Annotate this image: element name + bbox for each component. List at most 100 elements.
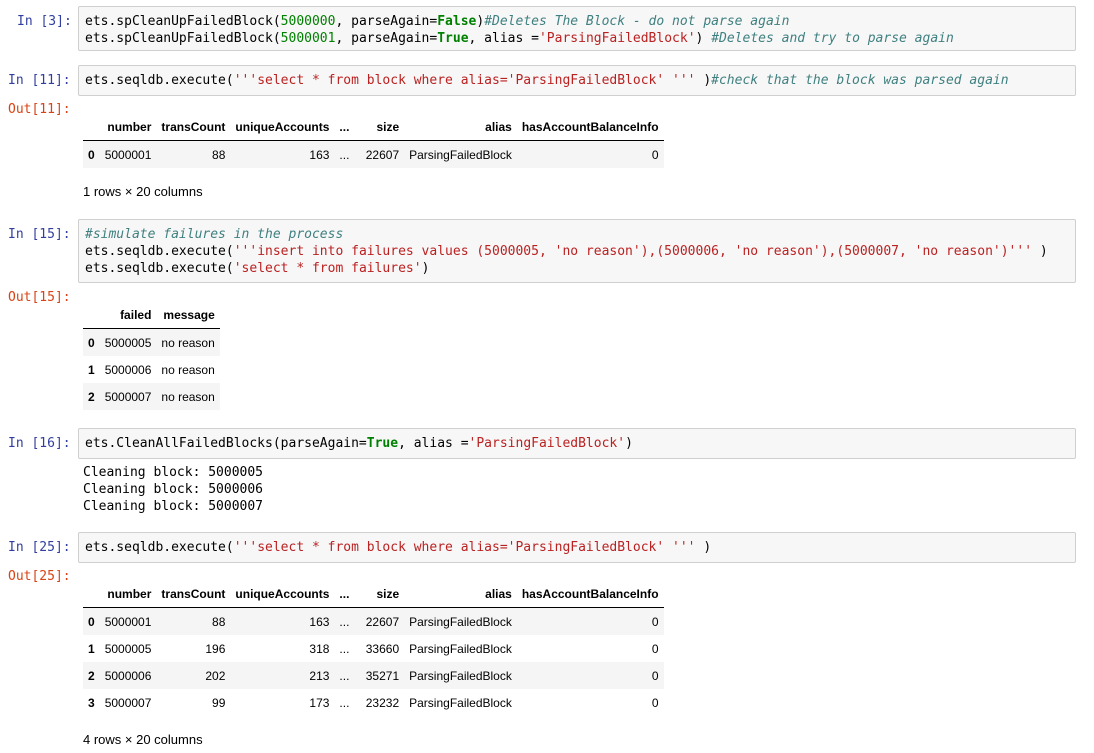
row-index: 0 [88,335,95,350]
code-line: ets.CleanAllFailedBlocks(parseAgain=True… [85,435,633,452]
code-token: ) [695,31,712,46]
table-cell: 196 [205,641,226,656]
code-token: 5000000 [280,14,336,29]
table-row: 0 5000001 88 163 ... 22607 ParsingFailed… [83,607,664,635]
table-cell: 22607 [365,614,400,629]
table-cell: 318 [309,641,330,656]
code-token: '''select * from block where alias='Pars… [233,540,696,555]
table-header: size [354,580,405,608]
code-line: ets.seqldb.execute('''insert into failur… [85,243,1048,260]
code-token: ets.spCleanUpFailedBlock( [85,14,281,29]
input-prompt: In [11]: [8,73,71,88]
output-prompt: Out[11]: [8,102,71,117]
table-cell: ParsingFailedBlock [409,641,512,656]
code-line: ets.seqldb.execute('select * from failur… [85,260,429,277]
table-cell: ParsingFailedBlock [409,695,512,710]
table-header: uniqueAccounts [230,580,335,608]
table-cell: ParsingFailedBlock [409,668,512,683]
code-cell-input[interactable]: ets.seqldb.execute('''select * from bloc… [78,65,1076,96]
code-token: '''select * from block where alias='Pars… [233,73,696,88]
table-cell: ParsingFailedBlock [409,147,512,162]
code-token: ets.seqldb.execute( [85,261,234,276]
table-cell: no reason [161,362,215,377]
code-token: ets.seqldb.execute( [85,73,234,88]
stdout-line: Cleaning block: 5000006 [83,482,264,497]
code-token: , parseAgain= [335,31,438,46]
table-header-row: failed message [83,301,220,329]
code-cell-input[interactable]: ets.seqldb.execute('''select * from bloc… [78,532,1076,563]
table-cell: ... [339,668,350,683]
table-cell: 5000006 [104,668,152,683]
code-token: ets.spCleanUpFailedBlock( [85,31,281,46]
row-index: 0 [88,614,95,629]
table-header: transCount [156,113,231,141]
table-cell: 5000005 [104,335,152,350]
table-row: 2 5000006 202 213 ... 35271 ParsingFaile… [83,662,664,689]
table-row: 2 5000007 no reason [83,383,220,410]
code-token: , alias = [398,436,469,451]
table-cell: 5000006 [104,362,152,377]
table-cell: 202 [205,668,226,683]
code-cell-input[interactable]: ets.spCleanUpFailedBlock(5000000, parseA… [78,6,1076,51]
dataframe-table: number transCount uniqueAccounts ... siz… [83,113,664,168]
table-cell: no reason [161,335,215,350]
row-index: 2 [88,668,95,683]
row-index: 2 [88,389,95,404]
dataframe-shape: 4 rows × 20 columns [83,732,203,747]
table-cell: 99 [212,695,226,710]
table-cell: 88 [212,614,226,629]
table-row: 1 5000005 196 318 ... 33660 ParsingFaile… [83,635,664,662]
table-cell: no reason [161,389,215,404]
table-cell: 0 [651,695,659,710]
dataframe-table: failed message 0 5000005 no reason 1 500… [83,301,220,410]
code-token: ) [625,436,633,451]
table-header [83,301,100,329]
table-header: ... [334,580,355,608]
row-index: 0 [88,147,95,162]
table-cell: 5000001 [104,147,152,162]
table-header-row: number transCount uniqueAccounts ... siz… [83,580,664,608]
table-cell: 0 [651,147,659,162]
input-prompt: In [25]: [8,540,71,555]
table-cell: 163 [309,147,330,162]
code-line: ets.seqldb.execute('''select * from bloc… [85,539,711,556]
table-header [83,113,100,141]
table-header-row: number transCount uniqueAccounts ... siz… [83,113,664,141]
table-cell: ... [339,614,350,629]
code-token: ets.seqldb.execute( [85,540,234,555]
table-cell: 23232 [365,695,400,710]
code-cell-input[interactable]: #simulate failures in the process ets.se… [78,219,1076,283]
table-header: alias [404,113,517,141]
code-token: ets.CleanAllFailedBlocks(parseAgain= [85,436,367,451]
table-cell: ParsingFailedBlock [409,614,512,629]
code-token: ) [695,540,712,555]
table-row: 3 5000007 99 173 ... 23232 ParsingFailed… [83,689,664,716]
table-header: number [99,113,157,141]
row-index: 1 [88,641,95,656]
code-token: '''insert into failures values (5000005,… [233,244,1033,259]
table-header: number [99,580,157,608]
code-token: ) [421,261,430,276]
table-row: 0 5000005 no reason [83,328,220,356]
table-cell: 5000005 [104,641,152,656]
table-row: 1 5000006 no reason [83,356,220,383]
table-header [83,580,100,608]
code-cell-input[interactable]: ets.CleanAllFailedBlocks(parseAgain=True… [78,428,1076,459]
table-cell: 213 [309,668,330,683]
code-token: ) [695,73,712,88]
input-prompt: In [16]: [8,436,71,451]
table-header: failed [99,301,157,329]
code-token: ets.seqldb.execute( [85,244,234,259]
table-cell: 0 [651,668,659,683]
table-cell: 5000007 [104,389,152,404]
table-cell: ... [339,695,350,710]
table-header: ... [334,113,355,141]
code-line: ets.spCleanUpFailedBlock(5000001, parseA… [85,30,954,47]
table-cell: 5000007 [104,695,152,710]
table-header: size [354,113,405,141]
stdout-line: Cleaning block: 5000005 [83,465,264,480]
table-cell: 173 [309,695,330,710]
table-cell: 163 [309,614,330,629]
table-header: alias [404,580,517,608]
table-cell: 22607 [365,147,400,162]
